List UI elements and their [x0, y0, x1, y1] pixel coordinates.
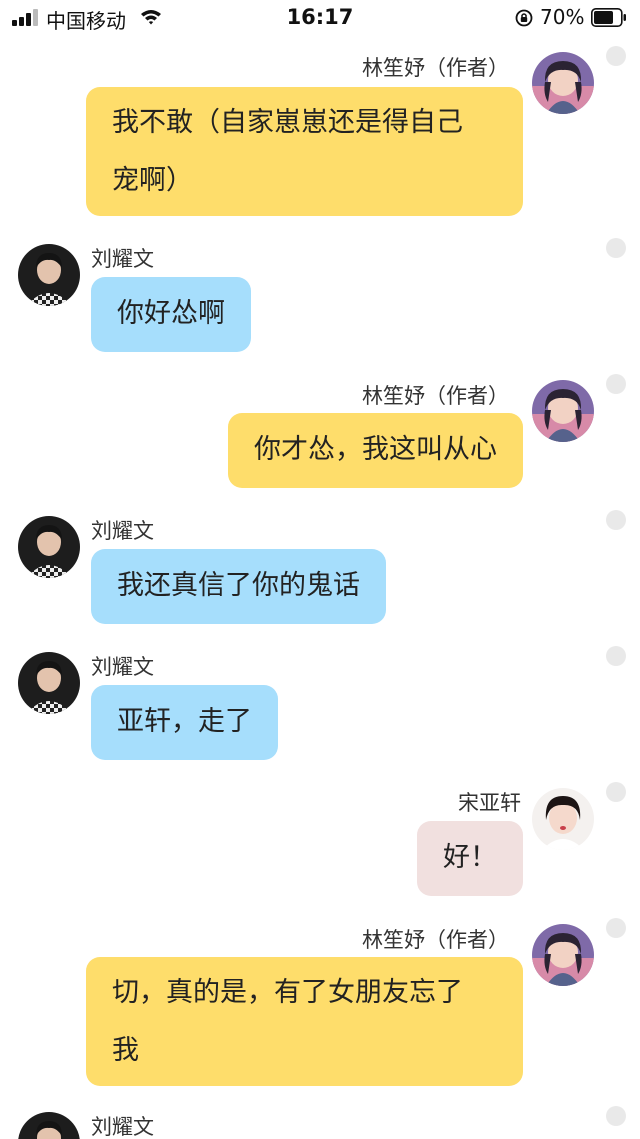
status-bar: 中国移动 16:17 70%	[0, 0, 640, 36]
sender-name: 林笙妤（作者）	[362, 56, 509, 80]
chat-message: 刘耀文 你好怂啊	[0, 232, 640, 356]
message-bubble[interactable]: 我不敢（自家崽崽还是得自己 宠啊）	[86, 87, 523, 216]
message-bubble[interactable]: 我还真信了你的鬼话	[91, 549, 386, 624]
unread-dot	[606, 646, 626, 666]
message-bubble[interactable]: 切，真的是，有了女朋友忘了 我	[86, 957, 523, 1086]
author-avatar[interactable]	[532, 924, 594, 986]
chat-message: 林笙妤（作者） 我不敢（自家崽崽还是得自己 宠啊）	[0, 40, 640, 220]
unread-dot	[606, 374, 626, 394]
liu-yaowen-avatar[interactable]	[18, 1112, 80, 1139]
author-avatar[interactable]	[532, 52, 594, 114]
liu-yaowen-avatar[interactable]	[18, 516, 80, 578]
unread-dot	[606, 238, 626, 258]
sender-name: 林笙妤（作者）	[362, 928, 509, 952]
chat-message: 林笙妤（作者） 你才怂，我这叫从心	[0, 368, 640, 492]
liu-yaowen-avatar[interactable]	[18, 652, 80, 714]
battery-icon	[591, 8, 626, 27]
unread-dot	[606, 510, 626, 530]
sender-name: 刘耀文	[91, 1115, 154, 1139]
message-bubble[interactable]: 亚轩，走了	[91, 685, 278, 760]
sender-name: 刘耀文	[91, 519, 154, 543]
song-yaxuan-avatar[interactable]	[532, 788, 594, 850]
message-bubble[interactable]: 好！	[417, 821, 523, 896]
rotation-lock-icon	[515, 9, 533, 27]
unread-dot	[606, 46, 626, 66]
chat-message: 刘耀文 我还真信了你的鬼话	[0, 504, 640, 628]
chat-message: 宋亚轩 好！	[0, 776, 640, 900]
message-bubble[interactable]: 你好怂啊	[91, 277, 251, 352]
unread-dot	[606, 782, 626, 802]
chat-message: 刘耀文	[0, 1100, 640, 1139]
sender-name: 林笙妤（作者）	[362, 384, 509, 408]
sender-name: 刘耀文	[91, 247, 154, 271]
chat-message: 林笙妤（作者） 切，真的是，有了女朋友忘了 我	[0, 912, 640, 1092]
sender-name: 刘耀文	[91, 655, 154, 679]
battery-percent: 70%	[540, 5, 585, 29]
unread-dot	[606, 918, 626, 938]
liu-yaowen-avatar[interactable]	[18, 244, 80, 306]
unread-dot	[606, 1106, 626, 1126]
sender-name: 宋亚轩	[458, 791, 521, 815]
author-avatar[interactable]	[532, 380, 594, 442]
message-bubble[interactable]: 你才怂，我这叫从心	[228, 413, 523, 488]
chat-message: 刘耀文 亚轩，走了	[0, 640, 640, 764]
